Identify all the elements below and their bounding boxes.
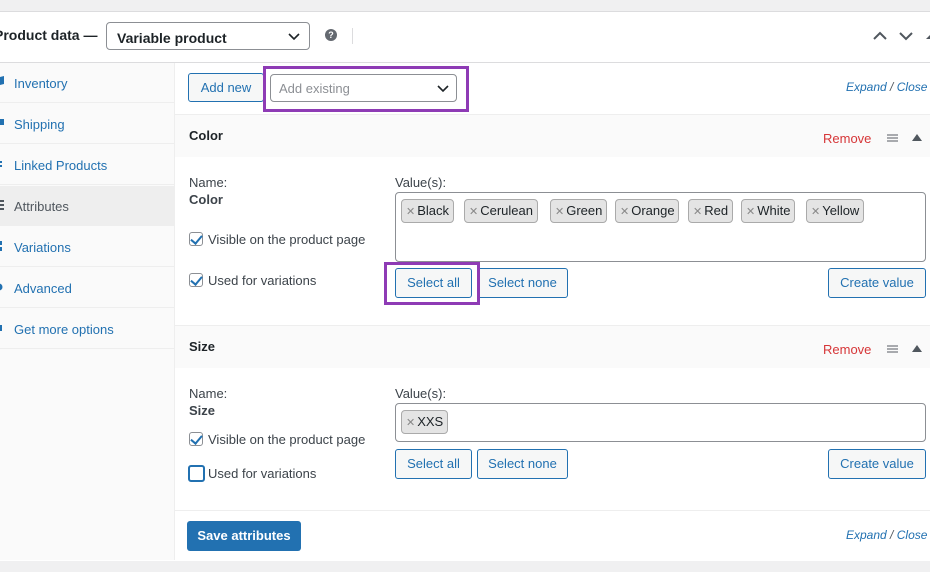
tab-label: Advanced (14, 281, 72, 296)
inventory-icon (0, 76, 4, 85)
remove-chip-icon[interactable]: ✕ (555, 206, 564, 218)
save-attributes-button[interactable]: Save attributes (187, 521, 301, 551)
attribute-title: Color (189, 128, 223, 143)
remove-chip-icon[interactable]: ✕ (469, 206, 478, 218)
create-value-button[interactable]: Create value (828, 268, 926, 298)
values-label: Value(s): (395, 175, 447, 190)
remove-chip-icon[interactable]: ✕ (811, 206, 820, 218)
header-divider (352, 28, 353, 44)
plug-icon (0, 325, 2, 331)
create-value-button[interactable]: Create value (828, 449, 926, 479)
toggle-panel-icon[interactable] (924, 28, 930, 44)
select-none-button[interactable]: Select none (477, 268, 568, 298)
move-down-icon[interactable] (898, 28, 914, 44)
value-chip[interactable]: ✕ XXS (401, 410, 448, 434)
gear-icon (0, 283, 3, 291)
highlight-box (384, 262, 480, 305)
collapse-arrow-icon[interactable] (912, 345, 922, 352)
tab-label: Linked Products (14, 158, 108, 173)
remove-chip-icon[interactable]: ✕ (406, 417, 415, 429)
remove-chip-icon[interactable]: ✕ (693, 206, 702, 218)
tab-label: Variations (14, 240, 71, 255)
values-input[interactable]: ✕ XXS (395, 403, 926, 442)
help-icon[interactable]: ? (325, 29, 337, 41)
value-chip[interactable]: ✕ White (741, 199, 796, 223)
attribute-name-value: Size (189, 403, 216, 418)
move-up-icon[interactable] (872, 28, 888, 44)
link-icon (0, 161, 2, 167)
name-label: Name: (189, 386, 228, 401)
tab-label: Inventory (14, 76, 68, 91)
tab-label: Get more options (14, 322, 114, 337)
value-chip[interactable]: ✕ Cerulean (464, 199, 538, 223)
select-none-button[interactable]: Select none (477, 449, 568, 479)
value-chip[interactable]: ✕ Yellow (806, 199, 864, 223)
variations-label: Used for variations (208, 273, 317, 288)
value-chip[interactable]: ✕ Orange (615, 199, 680, 223)
name-label: Name: (189, 175, 228, 190)
values-label: Value(s): (395, 386, 447, 401)
value-chip[interactable]: ✕ Green (550, 199, 607, 223)
bottom-strip (0, 561, 930, 572)
tab-advanced[interactable]: Advanced (0, 268, 174, 308)
product-type-value: Variable product (117, 30, 227, 46)
visible-label: Visible on the product page (208, 432, 366, 447)
separator: / (890, 80, 894, 94)
remove-attribute-link[interactable]: Remove (823, 131, 871, 146)
list-icon (0, 200, 4, 210)
expand-close-links: Expand / Close (846, 80, 927, 94)
tab-shipping[interactable]: Shipping (0, 104, 174, 144)
remove-chip-icon[interactable]: ✕ (406, 206, 415, 218)
chevron-down-icon (288, 33, 300, 41)
expand-link[interactable]: Expand (846, 80, 887, 94)
add-new-button[interactable]: Add new (188, 73, 264, 102)
values-input[interactable]: ✕ Black ✕ Cerulean ✕ Green ✕ Orange ✕ Red ✕ Wh… (395, 192, 926, 262)
tab-linked-products[interactable]: Linked Products (0, 145, 174, 185)
truck-icon (0, 119, 4, 125)
separator: / (890, 528, 894, 542)
tab-variations[interactable]: Variations (0, 227, 174, 267)
remove-chip-icon[interactable]: ✕ (746, 206, 755, 218)
top-strip (0, 0, 930, 11)
select-all-button[interactable]: Select all (395, 449, 472, 479)
attribute-header[interactable] (175, 114, 930, 158)
attribute-name-value: Color (189, 192, 223, 207)
expand-close-links: Expand / Close (846, 528, 927, 542)
tab-attributes[interactable]: Attributes (0, 186, 174, 226)
footer-divider (175, 510, 930, 511)
visible-checkbox[interactable] (189, 432, 203, 446)
attribute-header[interactable] (175, 325, 930, 369)
variations-label: Used for variations (208, 466, 317, 481)
drag-handle-icon[interactable] (887, 345, 898, 353)
remove-chip-icon[interactable]: ✕ (620, 206, 629, 218)
expand-link[interactable]: Expand (846, 528, 887, 542)
collapse-arrow-icon[interactable] (912, 134, 922, 141)
visible-checkbox[interactable] (189, 232, 203, 246)
close-link[interactable]: Close (897, 528, 928, 542)
tab-label: Attributes (14, 199, 69, 214)
panel-title: Product data — (0, 27, 98, 43)
close-link[interactable]: Close (897, 80, 928, 94)
tab-get-more-options[interactable]: Get more options (0, 309, 174, 349)
tab-inventory[interactable]: Inventory (0, 63, 174, 103)
visible-label: Visible on the product page (208, 232, 366, 247)
attribute-title: Size (189, 339, 216, 354)
variations-checkbox[interactable] (188, 465, 205, 482)
remove-attribute-link[interactable]: Remove (823, 342, 871, 357)
value-chip[interactable]: ✕ Red (688, 199, 733, 223)
drag-handle-icon[interactable] (887, 134, 898, 142)
tab-label: Shipping (14, 117, 65, 132)
product-type-select[interactable]: Variable product (106, 22, 310, 50)
highlight-box (263, 66, 469, 112)
grid-icon (0, 241, 2, 251)
value-chip[interactable]: ✕ Black (401, 199, 454, 223)
variations-checkbox[interactable] (189, 273, 203, 287)
